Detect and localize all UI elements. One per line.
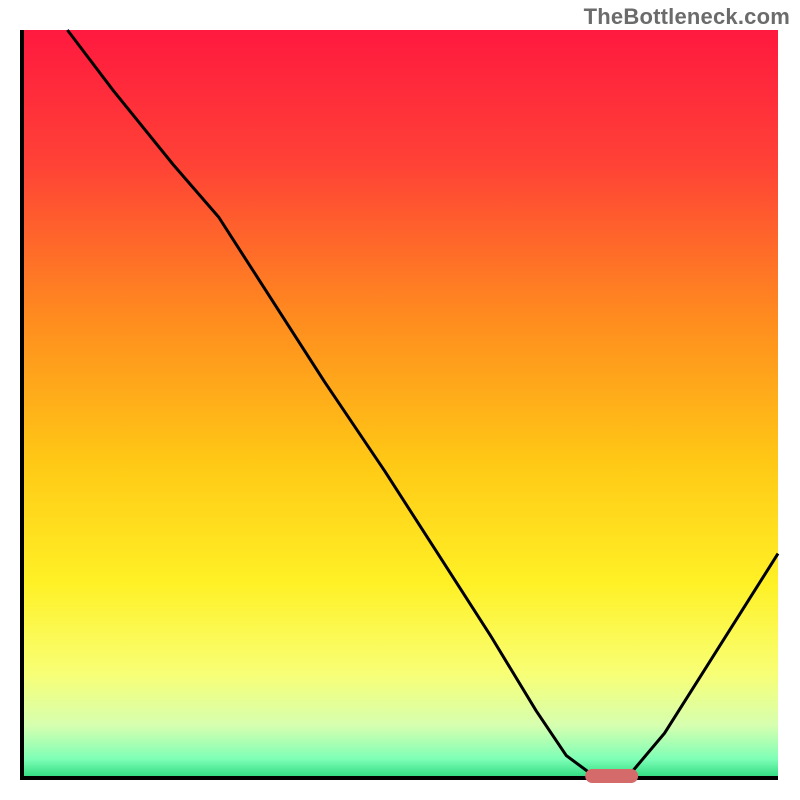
optimal-marker: [585, 769, 638, 783]
plot-area: [22, 30, 778, 778]
bottleneck-chart: [0, 0, 800, 800]
chart-container: TheBottleneck.com: [0, 0, 800, 800]
